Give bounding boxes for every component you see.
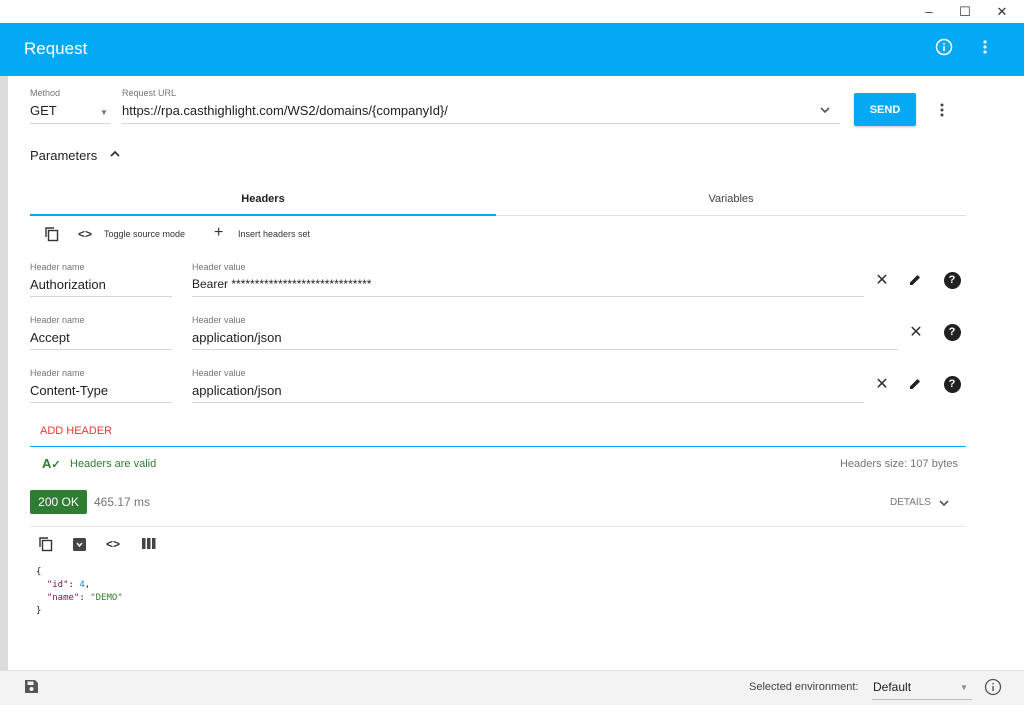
request-menu-icon[interactable] <box>937 101 947 124</box>
status-badge: 200 OK <box>30 490 87 514</box>
json-response: { "id": 4, "name": "DEMO" } <box>36 567 123 616</box>
active-tab-indicator <box>30 214 496 216</box>
tab-variables[interactable]: Variables <box>496 183 966 215</box>
spellcheck-icon: A✓ <box>42 456 61 471</box>
response-time: 465.17 ms <box>94 495 151 509</box>
environment-dropdown-icon[interactable]: ▼ <box>960 683 968 692</box>
remove-header-icon[interactable]: ✕ <box>906 322 926 342</box>
help-icon[interactable]: ? <box>942 270 962 290</box>
header-value-label: Header value <box>192 368 246 378</box>
add-header-button[interactable]: ADD HEADER <box>40 425 112 437</box>
headers-size-text: Headers size: 107 bytes <box>839 458 958 470</box>
json-brace-open: { <box>36 567 42 577</box>
info-icon[interactable] <box>935 38 953 61</box>
help-icon[interactable]: ? <box>942 374 962 394</box>
url-underline <box>122 123 840 124</box>
method-underline <box>30 123 110 124</box>
url-input[interactable]: https://rpa.casthighlight.com/WS2/domain… <box>122 103 448 118</box>
headers-valid-text: Headers are valid <box>70 458 157 470</box>
edit-icon[interactable] <box>905 270 925 290</box>
insert-headers-button[interactable]: Insert headers set <box>238 229 310 239</box>
save-response-icon[interactable] <box>72 537 87 557</box>
response-divider <box>30 526 966 527</box>
header-value-input[interactable]: Bearer ****************************** <box>192 277 371 291</box>
header-value-underline <box>192 402 864 403</box>
page-title: Request <box>24 39 88 58</box>
header-value-label: Header value <box>192 262 246 272</box>
parameters-toggle[interactable]: Parameters <box>30 148 97 163</box>
more-vert-icon[interactable] <box>978 38 992 61</box>
save-icon[interactable] <box>24 679 39 699</box>
header-name-underline <box>30 402 172 403</box>
environment-select[interactable]: Default <box>873 680 911 694</box>
json-string-value: "DEMO" <box>90 593 123 603</box>
header-value-underline <box>192 349 898 350</box>
toggle-source-button[interactable]: Toggle source mode <box>104 229 185 239</box>
url-dropdown-icon[interactable] <box>818 103 832 122</box>
details-button[interactable]: DETAILS <box>890 497 931 508</box>
maximize-button[interactable]: ☐ <box>948 0 982 23</box>
copy-response-icon[interactable] <box>38 536 54 557</box>
json-brace-close: } <box>36 606 42 616</box>
tab-headers[interactable]: Headers <box>30 183 496 215</box>
help-icon[interactable]: ? <box>942 322 962 342</box>
details-label: DETAILS <box>890 497 931 508</box>
environment-underline <box>872 699 972 700</box>
remove-header-icon[interactable]: ✕ <box>872 270 892 290</box>
window-titlebar: – ☐ ✕ <box>0 0 1024 23</box>
header-name-input[interactable]: Accept <box>30 330 70 345</box>
edit-icon[interactable] <box>905 374 925 394</box>
column-view-icon[interactable] <box>142 537 156 555</box>
header-name-label: Header name <box>30 262 85 272</box>
header-name-underline <box>30 296 172 297</box>
minimize-button[interactable]: – <box>912 0 946 23</box>
header-value-label: Header value <box>192 315 246 325</box>
remove-header-icon[interactable]: ✕ <box>872 374 892 394</box>
chevron-up-icon[interactable] <box>108 147 122 166</box>
header-name-label: Header name <box>30 368 85 378</box>
url-label: Request URL <box>122 88 177 98</box>
json-key: "id" <box>46 580 69 590</box>
header-value-underline <box>192 296 864 297</box>
method-select[interactable]: GET <box>30 103 57 118</box>
method-dropdown-icon[interactable]: ▼ <box>100 108 108 117</box>
bottom-bar: Selected environment: Default ▼ <box>0 670 1024 705</box>
header-value-input[interactable]: application/json <box>192 330 282 345</box>
headers-editor-bottom-line <box>30 446 966 447</box>
info-icon[interactable] <box>984 678 1002 701</box>
app-bar: Request <box>0 23 1024 76</box>
plus-icon[interactable]: + <box>214 224 223 242</box>
header-name-input[interactable]: Authorization <box>30 277 106 292</box>
code-view-icon[interactable]: <> <box>106 537 120 551</box>
copy-icon[interactable] <box>44 226 60 247</box>
left-edge-bar <box>0 76 8 670</box>
json-key: "name" <box>46 593 80 603</box>
method-label: Method <box>30 88 61 98</box>
environment-label: Selected environment: <box>749 681 859 693</box>
code-icon[interactable]: <> <box>78 227 92 241</box>
send-button[interactable]: SEND <box>854 93 916 126</box>
chevron-down-icon[interactable] <box>938 496 950 514</box>
header-name-underline <box>30 349 172 350</box>
header-value-input[interactable]: application/json <box>192 383 282 398</box>
header-name-label: Header name <box>30 315 85 325</box>
json-number-value: 4 <box>79 580 85 590</box>
close-window-button[interactable]: ✕ <box>985 0 1019 23</box>
header-name-input[interactable]: Content-Type <box>30 383 108 398</box>
